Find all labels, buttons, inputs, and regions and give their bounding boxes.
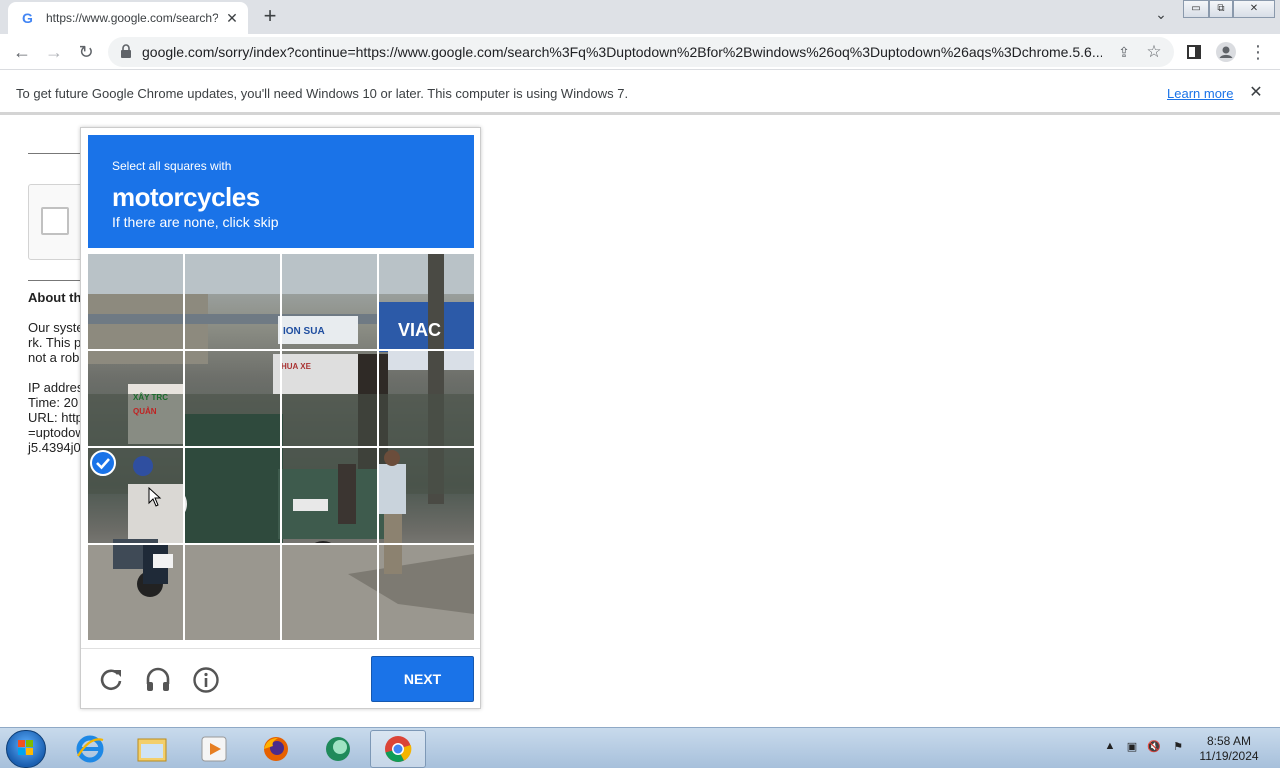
infobar-message: To get future Google Chrome updates, you… — [16, 86, 629, 101]
grid-divider — [88, 543, 474, 545]
captcha-tile[interactable] — [379, 254, 474, 349]
side-panel-icon[interactable] — [1180, 38, 1208, 66]
new-tab-button[interactable]: + — [258, 4, 282, 28]
media-player-icon[interactable] — [186, 730, 242, 768]
forward-arrow-icon[interactable]: → — [40, 38, 68, 66]
minimize-button[interactable]: ▭ — [1183, 0, 1209, 18]
show-hidden-icons-icon[interactable]: ▲ — [1102, 740, 1118, 756]
firefox-icon[interactable] — [248, 730, 304, 768]
info-icon[interactable] — [191, 665, 221, 695]
back-arrow-icon[interactable]: ← — [8, 38, 36, 66]
captcha-target: motorcycles — [112, 182, 260, 212]
mouse-cursor-icon — [148, 487, 162, 507]
file-explorer-icon[interactable] — [124, 730, 180, 768]
divider — [28, 280, 88, 281]
url-line: =uptodow — [28, 425, 85, 440]
about-heading: About th — [28, 290, 82, 305]
body-text-line: Our syste — [28, 320, 84, 335]
reload-page-icon[interactable]: ↻ — [72, 38, 100, 66]
captcha-tile[interactable] — [282, 545, 377, 640]
body-text-line: not a rob — [28, 350, 80, 365]
tab-close-icon[interactable]: ✕ — [224, 10, 240, 27]
captcha-instruction: Select all squares with — [112, 159, 232, 173]
close-window-button[interactable]: ✕ — [1233, 0, 1275, 18]
body-text-line: rk. This p — [28, 335, 82, 350]
captcha-tile[interactable] — [88, 351, 183, 446]
captcha-tile[interactable] — [282, 448, 377, 543]
captcha-tile[interactable] — [185, 351, 280, 446]
network-icon[interactable]: ▣ — [1124, 740, 1140, 756]
captcha-header: Select all squares with motorcycles If t… — [88, 135, 474, 248]
bookmark-star-icon[interactable]: ☆ — [1142, 40, 1166, 64]
lock-icon — [121, 44, 131, 58]
selected-check-icon — [90, 450, 116, 476]
captcha-tile[interactable] — [379, 351, 474, 446]
volume-muted-icon[interactable]: 🔇 — [1146, 740, 1162, 756]
address-bar[interactable]: google.com/sorry/index?continue=https://… — [108, 37, 1174, 67]
action-center-flag-icon[interactable]: ⚑ — [1170, 740, 1186, 756]
share-icon[interactable]: ⇪ — [1112, 40, 1136, 64]
google-g-icon: G — [22, 10, 33, 26]
url-line: URL: http — [28, 410, 83, 425]
captcha-tile[interactable] — [379, 545, 474, 640]
captcha-tile[interactable] — [282, 254, 377, 349]
tab-strip: G https://www.google.com/search?q ✕ + ⌄ … — [0, 0, 1280, 34]
app-icon[interactable] — [310, 730, 366, 768]
captcha-challenge: Select all squares with motorcycles If t… — [80, 127, 481, 709]
captcha-hint: If there are none, click skip — [112, 214, 279, 230]
infobar-close-icon[interactable]: ✕ — [1246, 82, 1266, 102]
reload-icon[interactable] — [96, 665, 126, 695]
audio-icon[interactable] — [143, 665, 173, 695]
update-infobar: To get future Google Chrome updates, you… — [0, 71, 1280, 115]
more-menu-icon[interactable]: ⋮ — [1244, 38, 1272, 66]
captcha-tile[interactable] — [88, 545, 183, 640]
browser-toolbar: ← → ↻ google.com/sorry/index?continue=ht… — [0, 34, 1280, 70]
next-button[interactable]: NEXT — [371, 656, 474, 702]
taskbar-clock[interactable]: 8:58 AM 11/19/2024 — [1192, 734, 1266, 764]
windows-logo-icon — [18, 740, 33, 755]
ip-address-line: IP addres — [28, 380, 84, 395]
captcha-footer-divider — [81, 648, 480, 649]
profile-avatar-icon[interactable] — [1212, 38, 1240, 66]
clock-date: 11/19/2024 — [1199, 749, 1259, 763]
internet-explorer-icon[interactable] — [62, 730, 118, 768]
url-line: j5.4394j0 — [28, 440, 81, 455]
restore-button[interactable]: ⧉ — [1209, 0, 1233, 18]
captcha-tile[interactable] — [88, 254, 183, 349]
recaptcha-checkbox[interactable] — [41, 207, 69, 235]
tab-search-chevron-icon[interactable]: ⌄ — [1150, 6, 1172, 28]
url-text[interactable]: google.com/sorry/index?continue=https://… — [142, 44, 1102, 60]
grid-divider — [88, 446, 474, 448]
divider — [28, 153, 88, 154]
captcha-tile[interactable] — [379, 448, 474, 543]
recaptcha-widget — [28, 184, 88, 260]
tab-title: https://www.google.com/search?q — [46, 11, 218, 25]
captcha-tile[interactable] — [185, 545, 280, 640]
clock-time: 8:58 AM — [1206, 734, 1252, 748]
captcha-tile[interactable] — [185, 448, 280, 543]
chrome-icon[interactable] — [370, 730, 426, 768]
captcha-tile[interactable] — [282, 351, 377, 446]
learn-more-link[interactable]: Learn more — [1167, 86, 1233, 101]
captcha-tile[interactable] — [185, 254, 280, 349]
time-line: Time: 20 — [28, 395, 79, 410]
start-button[interactable] — [6, 730, 46, 768]
captcha-image-grid: ION SUA VIAC HUA XE XÂY TRC QUẢN — [88, 254, 474, 640]
grid-divider — [88, 349, 474, 351]
windows-taskbar: ▲ ▣ 🔇 ⚑ 8:58 AM 11/19/2024 — [0, 727, 1280, 768]
browser-tab[interactable]: G https://www.google.com/search?q ✕ — [8, 2, 248, 34]
